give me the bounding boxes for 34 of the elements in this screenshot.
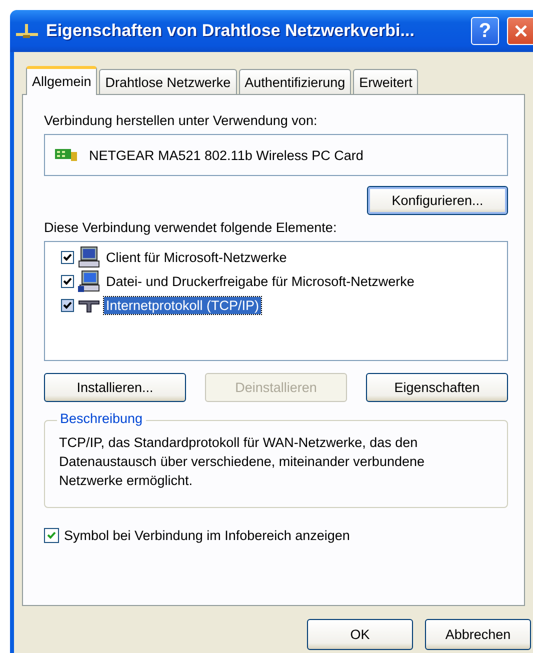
- checkbox-label[interactable]: Symbol bei Verbindung im Infobereich anzeigen: [64, 528, 350, 543]
- window-title: Eigenschaften von Drahtlose Netzwerkverbi...: [46, 21, 416, 41]
- check-icon: [63, 300, 72, 310]
- button[interactable]: Eigenschaften: [366, 373, 508, 402]
- label: Verbindung herstellen unter Verwendung von:: [44, 113, 318, 128]
- network-card-icon: [55, 149, 77, 161]
- list-item[interactable]: Internetprotokoll (TCP/IP): [104, 296, 262, 314]
- computer-icon: [78, 246, 100, 268]
- description-text: TCP/IP, das Standardprotokoll für WAN-Netzwerke, das den Datenaustausch über verschiedene, miteinander verbundene Netzwerke ermöglicht.: [59, 434, 426, 490]
- button[interactable]: OK: [307, 619, 413, 650]
- checkbox[interactable]: [44, 528, 59, 543]
- network-icon: [14, 23, 40, 39]
- tab[interactable]: Erweitert: [353, 69, 418, 94]
- tab[interactable]: Drahtlose Netzwerke: [99, 69, 237, 94]
- help-button[interactable]: ?: [471, 17, 499, 45]
- list-item[interactable]: Client für Microsoft-Netzwerke: [104, 248, 289, 266]
- button[interactable]: Abbrechen: [425, 619, 531, 650]
- label: Diese Verbindung verwendet folgende Elemente:: [44, 220, 338, 235]
- close-button[interactable]: [507, 17, 533, 45]
- check-icon: [63, 276, 72, 286]
- checkbox[interactable]: [61, 274, 74, 288]
- button[interactable]: Installieren...: [44, 373, 186, 402]
- device-name: NETGEAR MA521 802.11b Wireless PC Card: [89, 148, 364, 162]
- tab[interactable]: Authentifizierung: [238, 69, 352, 94]
- list-item[interactable]: Datei- und Druckerfreigabe für Microsoft-Netzwerke: [104, 272, 416, 290]
- tab[interactable]: Allgemein: [26, 66, 98, 95]
- checkbox[interactable]: [61, 298, 74, 312]
- computer-icon: [78, 270, 100, 292]
- check-icon: [47, 531, 56, 540]
- close-icon: [512, 23, 528, 39]
- check-icon: [63, 252, 72, 262]
- configure-button[interactable]: Konfigurieren...: [367, 186, 508, 215]
- checkbox[interactable]: [61, 250, 74, 264]
- groupbox-title: Beschreibung: [57, 411, 146, 426]
